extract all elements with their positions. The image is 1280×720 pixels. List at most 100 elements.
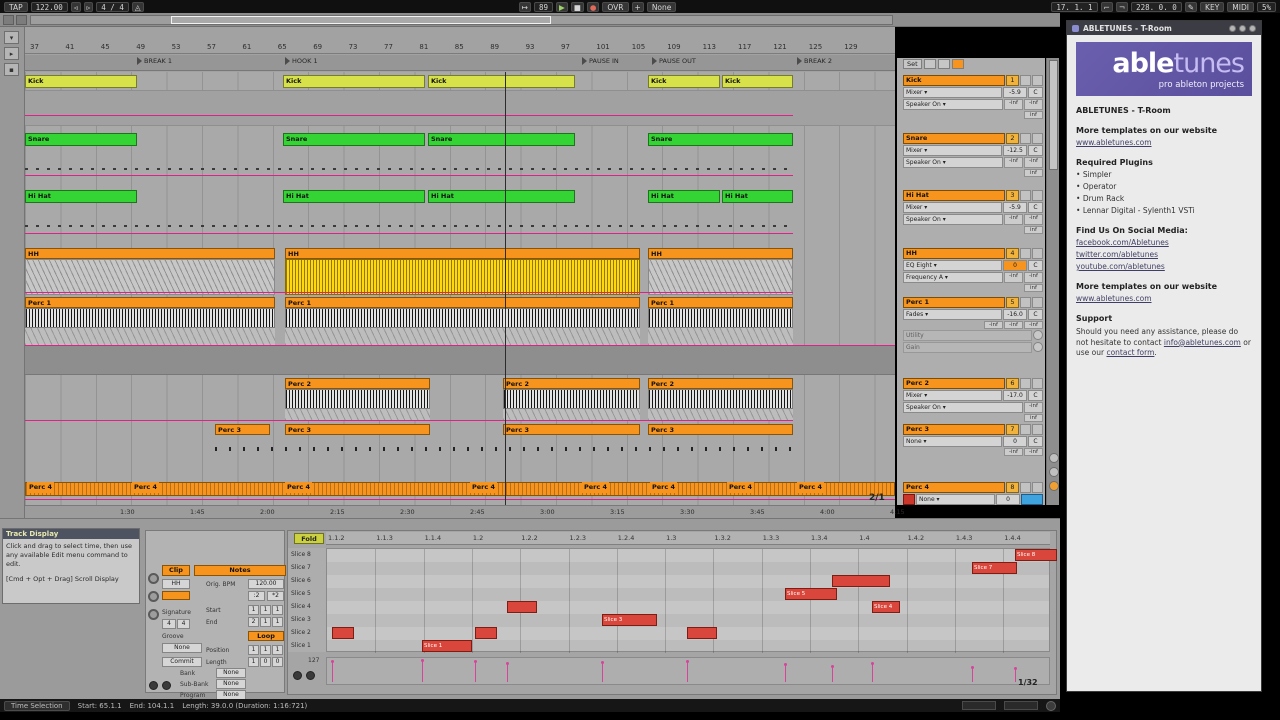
zoom-window-button[interactable] bbox=[1239, 24, 1246, 32]
key-track-label-slice-3[interactable]: Slice 3 bbox=[291, 613, 311, 626]
clip-header-perc-2[interactable]: Perc 2 bbox=[285, 378, 430, 389]
locator-break-1[interactable]: BREAK 1 bbox=[137, 57, 172, 65]
pan-field[interactable]: C bbox=[1028, 436, 1043, 447]
zoom-fit-button[interactable] bbox=[1049, 481, 1059, 491]
pan-field[interactable]: C bbox=[1028, 87, 1043, 98]
length-beats[interactable]: 0 bbox=[260, 657, 271, 667]
track-name[interactable]: Perc 1 bbox=[903, 297, 1005, 308]
midi-note[interactable] bbox=[687, 627, 717, 639]
nudge-up-button[interactable]: ▹ bbox=[83, 1, 94, 12]
clip-kick[interactable]: Kick bbox=[283, 75, 425, 88]
track-activator[interactable] bbox=[1032, 248, 1043, 259]
clip-box-toggle-3[interactable] bbox=[148, 609, 159, 620]
track-name[interactable]: Kick bbox=[903, 75, 1005, 86]
clip-waveform[interactable] bbox=[648, 389, 793, 409]
zoom-out-button[interactable] bbox=[1049, 453, 1059, 463]
clip-snare[interactable]: Snare bbox=[428, 133, 575, 146]
automation-line[interactable] bbox=[25, 233, 793, 234]
gain-field[interactable]: -inf bbox=[1004, 448, 1023, 456]
sub-device-chooser[interactable]: Frequency A ▾ bbox=[903, 272, 1003, 283]
io-toggle[interactable] bbox=[923, 59, 936, 69]
clip-box-toggle-2[interactable] bbox=[148, 591, 159, 602]
left-tool-2[interactable]: ▸ bbox=[4, 47, 19, 60]
velocity-dot[interactable] bbox=[871, 662, 874, 666]
track-activator[interactable] bbox=[1032, 482, 1043, 493]
clip-header-hh[interactable]: HH bbox=[648, 248, 793, 259]
velocity-dot[interactable] bbox=[1014, 667, 1017, 670]
velocity-marker[interactable] bbox=[872, 663, 873, 682]
device-utility[interactable]: Utility bbox=[903, 330, 1032, 341]
velocity-marker[interactable] bbox=[475, 660, 476, 682]
draw-mode-toggle[interactable]: ✎ bbox=[1184, 1, 1198, 12]
send-field[interactable]: -inf bbox=[1024, 157, 1043, 168]
track-solo-button[interactable] bbox=[1020, 297, 1031, 308]
signature-numerator[interactable]: 4 bbox=[162, 619, 176, 629]
key-map-toggle[interactable]: KEY bbox=[1200, 1, 1225, 12]
end-sixteenths[interactable]: 1 bbox=[272, 617, 283, 627]
gain-field[interactable]: inf bbox=[1024, 169, 1043, 177]
left-tool-1[interactable]: ▾ bbox=[4, 31, 19, 44]
midi-note-slice-5[interactable]: Slice 5 bbox=[785, 588, 837, 600]
key-track-label-slice-8[interactable]: Slice 8 bbox=[291, 548, 311, 561]
send-field[interactable]: -inf bbox=[1004, 214, 1023, 225]
clip-waveform[interactable] bbox=[25, 308, 275, 328]
locator-hook-1[interactable]: HOOK 1 bbox=[285, 57, 318, 65]
volume-field[interactable]: -5.9 bbox=[1003, 202, 1027, 213]
velocity-dot[interactable] bbox=[474, 659, 477, 663]
clip-waveform[interactable] bbox=[285, 259, 640, 295]
bank-chooser[interactable]: None bbox=[216, 668, 246, 678]
fold-button[interactable]: Fold bbox=[294, 533, 324, 544]
tap-tempo-button[interactable]: TAP bbox=[4, 1, 28, 12]
gain-field[interactable]: -inf bbox=[1004, 321, 1023, 329]
track-activator[interactable] bbox=[1032, 378, 1043, 389]
gain-field[interactable]: -inf bbox=[984, 321, 1003, 329]
track-activator[interactable] bbox=[1032, 190, 1043, 201]
clip-tab[interactable]: Clip bbox=[162, 565, 190, 576]
pan-field[interactable]: C bbox=[1028, 260, 1043, 271]
time-ruler[interactable]: 1:30 1:45 2:00 2:15 2:30 2:45 3:00 3:15 3:30 3:45… bbox=[25, 505, 905, 518]
website-link-2[interactable]: www.abletunes.com bbox=[1076, 294, 1252, 303]
tempo-field[interactable]: 122.00 bbox=[30, 1, 68, 12]
clip-waveform[interactable] bbox=[25, 259, 275, 295]
position-beats[interactable]: 1 bbox=[260, 645, 271, 655]
track-activator[interactable] bbox=[1032, 133, 1043, 144]
follow-toggle[interactable]: ↦ bbox=[518, 1, 531, 12]
track-name[interactable]: Snare bbox=[903, 133, 1005, 144]
device-chooser[interactable]: None ▾ bbox=[916, 494, 995, 505]
clip-waveform[interactable] bbox=[285, 389, 430, 409]
automation-line[interactable] bbox=[25, 345, 895, 346]
clip-header-perc-2[interactable]: Perc 2 bbox=[648, 378, 793, 389]
contact-form-link[interactable]: contact form bbox=[1106, 348, 1154, 357]
start-beats[interactable]: 1 bbox=[260, 605, 271, 615]
panel-selector-2[interactable] bbox=[162, 681, 171, 690]
nudge-down-button[interactable]: ◃ bbox=[70, 1, 81, 12]
clip-header-perc-2[interactable]: Perc 2 bbox=[503, 378, 640, 389]
gain-field[interactable]: inf bbox=[1024, 284, 1043, 292]
clip-hi-hat[interactable]: Hi Hat bbox=[428, 190, 575, 203]
record-button[interactable]: ● bbox=[586, 1, 600, 12]
send-field[interactable]: -inf bbox=[1004, 157, 1023, 168]
time-signature-field[interactable]: 4 / 4 bbox=[96, 1, 129, 12]
velocity-dot[interactable] bbox=[506, 662, 509, 666]
send-field[interactable]: -inf bbox=[1024, 272, 1043, 283]
gain-field[interactable]: -inf bbox=[1024, 321, 1043, 329]
end-bars[interactable]: 2 bbox=[248, 617, 259, 627]
mixer-toggle[interactable] bbox=[951, 59, 964, 69]
automation-line[interactable] bbox=[25, 420, 793, 421]
loop-length-field[interactable]: 228. 0. 0 bbox=[1131, 1, 1182, 12]
pan-field[interactable]: C bbox=[1028, 390, 1043, 401]
velocity-dot[interactable] bbox=[971, 665, 974, 669]
sub-device-chooser[interactable]: Speaker On ▾ bbox=[903, 157, 1003, 168]
scroll-right-icon[interactable] bbox=[16, 15, 27, 25]
track-name[interactable]: Perc 3 bbox=[903, 424, 1005, 435]
end-beats[interactable]: 1 bbox=[260, 617, 271, 627]
midi-note-grid[interactable]: Slice 1 Slice 3 Slice 4 Slice 5 Slice 7 Slice… bbox=[326, 548, 1057, 653]
volume-field[interactable]: -17.0 bbox=[1003, 390, 1027, 401]
social-link-twitter-com-abletunes[interactable]: twitter.com/abletunes bbox=[1076, 250, 1252, 259]
quantize-chooser[interactable]: None bbox=[646, 1, 677, 12]
stop-button[interactable]: ■ bbox=[570, 1, 584, 12]
volume-field[interactable]: 0 bbox=[1003, 436, 1027, 447]
clip-name-field[interactable]: HH bbox=[162, 579, 190, 589]
device-chooser[interactable]: Mixer ▾ bbox=[903, 87, 1002, 98]
clip-hi-hat[interactable]: Hi Hat bbox=[25, 190, 137, 203]
